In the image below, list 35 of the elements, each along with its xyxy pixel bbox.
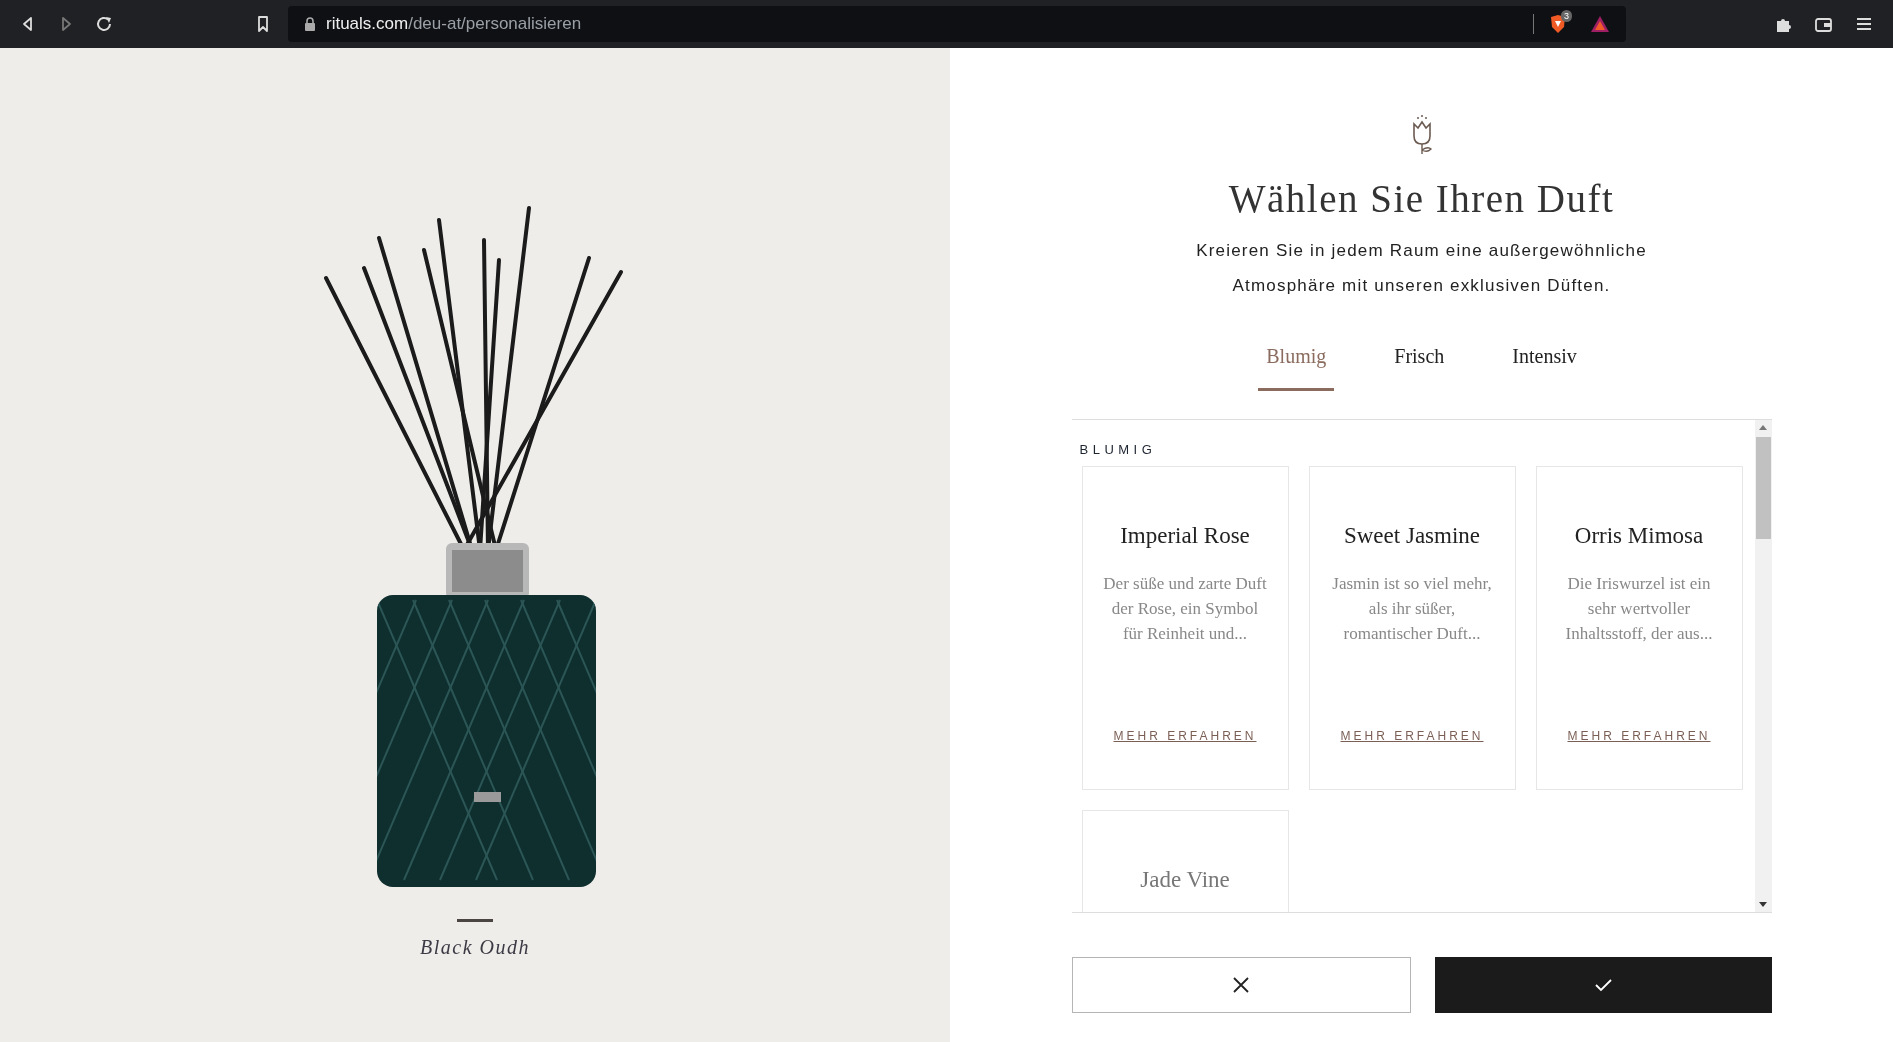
page-subtitle: Kreieren Sie in jedem Raum eine außergewöhnliche Atmosphäre mit unseren exklusiven Düften.	[1195, 240, 1648, 297]
fragrance-description: Jasmin ist so viel mehr, als ihr süßer, romantischer Duft...	[1331, 573, 1493, 645]
lock-icon	[304, 16, 316, 32]
scroll-up-arrow-icon[interactable]	[1758, 424, 1768, 431]
address-bar[interactable]: rituals.com/deu-at/personalisieren 3	[288, 6, 1626, 42]
learn-more-link[interactable]: MEHR ERFAHREN	[1113, 729, 1257, 743]
notification-badge: 3	[1561, 10, 1572, 22]
fragrance-name: Imperial Rose	[1120, 523, 1250, 549]
fragrance-card[interactable]: Sweet Jasmine Jasmin ist so viel mehr, als ihr süßer, romantischer Duft... MEHR ERFAHREN	[1308, 466, 1516, 790]
learn-more-link[interactable]: MEHR ERFAHREN	[1340, 729, 1484, 743]
learn-more-link[interactable]: MEHR ERFAHREN	[1567, 729, 1711, 743]
bookmark-icon[interactable]	[256, 15, 270, 33]
fragrance-name: Sweet Jasmine	[1343, 523, 1481, 549]
scrollbar-thumb[interactable]	[1755, 437, 1771, 539]
fragrance-card[interactable]: Orris Mimosa Die Iriswurzel ist ein sehr wertvoller Inhaltsstoff, der aus... MEHR ERFAHREN	[1535, 466, 1743, 790]
wallet-icon[interactable]	[1814, 15, 1833, 33]
category-tab[interactable]: Intensiv	[1504, 339, 1585, 391]
triangle-icon[interactable]	[1590, 14, 1610, 34]
fragrance-description: Die Iriswurzel ist ein sehr wertvoller Inhaltsstoff, der aus...	[1564, 573, 1714, 645]
checkmark-icon	[1593, 976, 1613, 994]
scroll-down-arrow-icon[interactable]	[1758, 901, 1768, 908]
reload-icon[interactable]	[96, 15, 114, 33]
product-name: Black Oudh	[420, 936, 530, 959]
section-heading: BLUMIG	[1079, 442, 1158, 457]
category-tab[interactable]: Frisch	[1386, 339, 1453, 391]
menu-icon[interactable]	[1855, 15, 1871, 33]
url-text: rituals.com/deu-at/personalisieren	[326, 14, 582, 34]
fragrance-description: Der süße und zarte Duft der Rose, ein Symbol für Reinheit und...	[1102, 573, 1268, 645]
fragrance-name: Orris Mimosa	[1574, 523, 1704, 549]
page-heading: Wählen Sie Ihren Duft	[1228, 176, 1615, 221]
scrollbar[interactable]	[1754, 420, 1772, 912]
fragrance-card[interactable]: Imperial Rose Der süße und zarte Duft der Rose, ein Symbol für Reinheit und... MEHR ERFAHREN	[1081, 466, 1289, 790]
category-tab[interactable]: Blumig	[1258, 339, 1335, 391]
close-icon	[1232, 976, 1250, 994]
fragrance-name: Jade Vine	[1140, 867, 1230, 893]
